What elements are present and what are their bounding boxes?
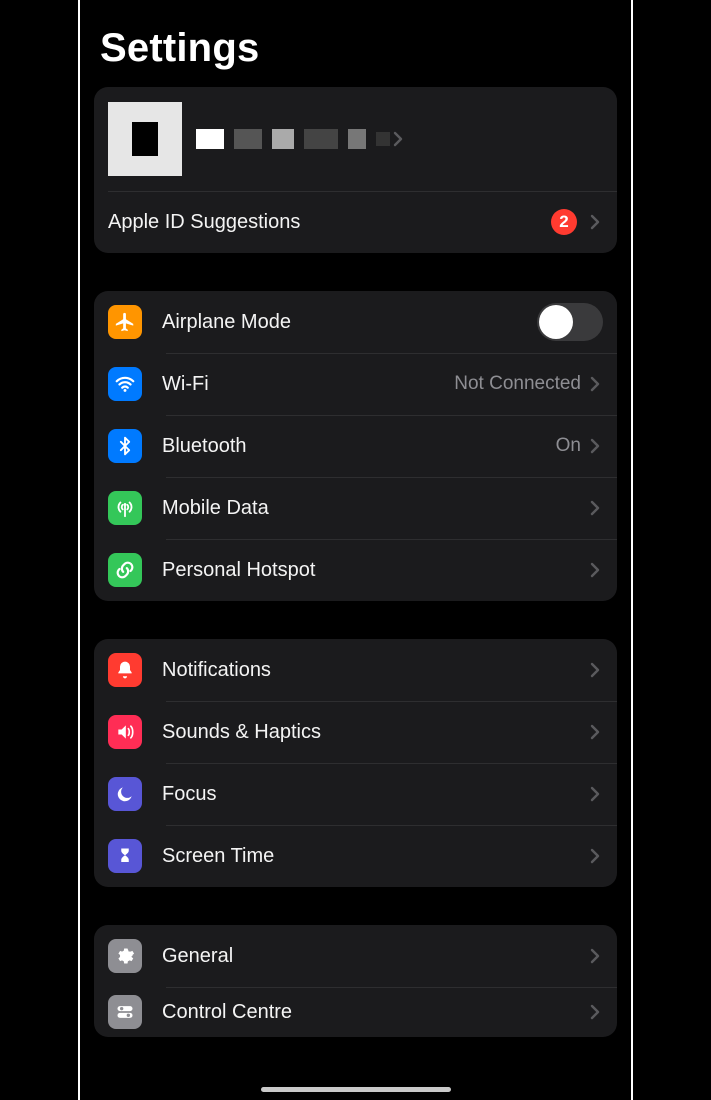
avatar bbox=[108, 102, 182, 176]
airplane-icon bbox=[108, 305, 142, 339]
bluetooth-row[interactable]: Bluetooth On bbox=[94, 415, 617, 477]
chevron-right-icon bbox=[587, 214, 603, 230]
page-title: Settings bbox=[100, 26, 617, 71]
bluetooth-icon bbox=[108, 429, 142, 463]
mobile-data-row[interactable]: Mobile Data bbox=[94, 477, 617, 539]
toggles-icon bbox=[108, 995, 142, 1029]
antenna-icon bbox=[108, 491, 142, 525]
control-centre-row[interactable]: Control Centre bbox=[94, 987, 617, 1037]
home-indicator[interactable] bbox=[261, 1087, 451, 1092]
bell-icon bbox=[108, 653, 142, 687]
mobile-data-label: Mobile Data bbox=[162, 497, 587, 520]
chevron-right-icon bbox=[390, 131, 406, 147]
screen-time-row[interactable]: Screen Time bbox=[94, 825, 617, 887]
wifi-row[interactable]: Wi-Fi Not Connected bbox=[94, 353, 617, 415]
hourglass-icon bbox=[108, 839, 142, 873]
chevron-right-icon bbox=[587, 376, 603, 392]
control-centre-label: Control Centre bbox=[162, 1001, 587, 1024]
airplane-mode-label: Airplane Mode bbox=[162, 311, 537, 334]
bluetooth-label: Bluetooth bbox=[162, 435, 556, 458]
chevron-right-icon bbox=[587, 500, 603, 516]
settings-screen: Settings bbox=[78, 0, 633, 1100]
personal-hotspot-label: Personal Hotspot bbox=[162, 559, 587, 582]
wifi-value: Not Connected bbox=[454, 373, 581, 395]
general-label: General bbox=[162, 945, 587, 968]
notifications-label: Notifications bbox=[162, 659, 587, 682]
gear-icon bbox=[108, 939, 142, 973]
general-card: General Control Centre bbox=[94, 925, 617, 1037]
screen-time-label: Screen Time bbox=[162, 845, 587, 868]
focus-label: Focus bbox=[162, 783, 587, 806]
airplane-mode-toggle[interactable] bbox=[537, 303, 603, 341]
profile-card: Apple ID Suggestions 2 bbox=[94, 87, 617, 253]
chevron-right-icon bbox=[587, 786, 603, 802]
bluetooth-value: On bbox=[556, 435, 581, 457]
wifi-label: Wi-Fi bbox=[162, 373, 454, 396]
personal-hotspot-row[interactable]: Personal Hotspot bbox=[94, 539, 617, 601]
moon-icon bbox=[108, 777, 142, 811]
redacted-name bbox=[196, 129, 390, 149]
chevron-right-icon bbox=[587, 848, 603, 864]
connectivity-card: Airplane Mode Wi-Fi Not Connected bbox=[94, 291, 617, 601]
chevron-right-icon bbox=[587, 662, 603, 678]
airplane-mode-row[interactable]: Airplane Mode bbox=[94, 291, 617, 353]
notifications-row[interactable]: Notifications bbox=[94, 639, 617, 701]
sounds-row[interactable]: Sounds & Haptics bbox=[94, 701, 617, 763]
wifi-icon bbox=[108, 367, 142, 401]
apple-id-suggestions-label: Apple ID Suggestions bbox=[108, 211, 551, 234]
apple-id-suggestions-row[interactable]: Apple ID Suggestions 2 bbox=[94, 191, 617, 253]
attention-card: Notifications Sounds & Haptics bbox=[94, 639, 617, 887]
general-row[interactable]: General bbox=[94, 925, 617, 987]
apple-id-row[interactable] bbox=[94, 87, 617, 191]
focus-row[interactable]: Focus bbox=[94, 763, 617, 825]
speaker-icon bbox=[108, 715, 142, 749]
link-icon bbox=[108, 553, 142, 587]
chevron-right-icon bbox=[587, 948, 603, 964]
chevron-right-icon bbox=[587, 724, 603, 740]
chevron-right-icon bbox=[587, 562, 603, 578]
suggestions-badge: 2 bbox=[551, 209, 577, 235]
chevron-right-icon bbox=[587, 438, 603, 454]
chevron-right-icon bbox=[587, 1004, 603, 1020]
sounds-label: Sounds & Haptics bbox=[162, 721, 587, 744]
